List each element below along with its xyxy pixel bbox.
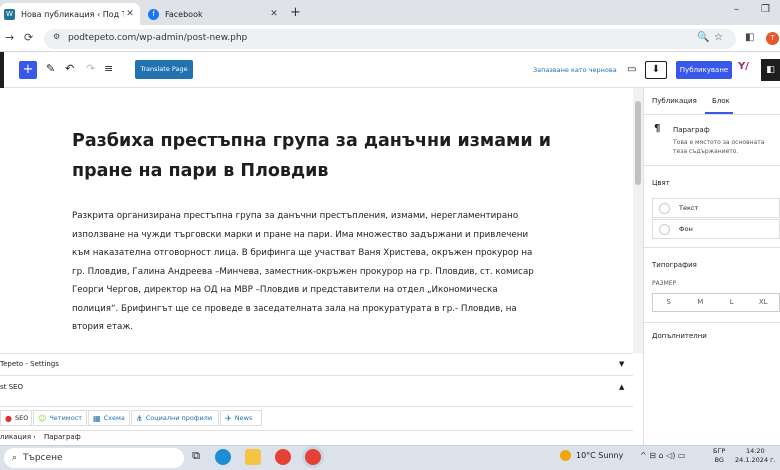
sun-icon — [560, 450, 571, 461]
admin-bar-edge — [0, 52, 4, 88]
document-overview-icon[interactable]: ≡ — [104, 62, 113, 75]
tab-schema[interactable]: ▦ Схема — [88, 410, 130, 426]
forward-icon[interactable]: → — [5, 31, 14, 44]
reload-icon[interactable]: ⟳ — [24, 31, 33, 44]
readability-score-icon: ☺ — [38, 413, 47, 423]
block-description: Това е мястото за основната теза съдържа… — [673, 139, 765, 155]
breadcrumb-item[interactable]: ликация — [0, 433, 31, 441]
metabox-title: Tepeto - Settings — [0, 360, 59, 368]
breadcrumb-separator-icon: › — [33, 433, 36, 441]
settings-toggle-icon[interactable]: ◧ — [761, 59, 780, 81]
tab-seo[interactable]: ● SEO — [0, 410, 32, 426]
undo-icon[interactable]: ↶ — [65, 62, 74, 75]
redo-icon[interactable]: ↷ — [86, 62, 95, 75]
tab-readability[interactable]: ☺ Четимост — [33, 410, 87, 426]
size-option[interactable]: XL — [748, 294, 780, 311]
minimize-icon[interactable]: – — [734, 4, 739, 15]
divider — [644, 165, 780, 166]
metabox-seo[interactable] — [0, 375, 633, 397]
save-draft-button[interactable]: Запазване като чернова — [533, 66, 617, 74]
translate-page-button[interactable]: Translate Page — [135, 60, 193, 79]
paragraph-block[interactable]: Разкрита организирана престъпна група за… — [72, 207, 542, 337]
divider — [644, 114, 780, 115]
facebook-icon: f — [148, 8, 159, 20]
browser-tab-active[interactable]: W Нова публикация ‹ Под Тепето ✕ — [0, 3, 140, 25]
preview-icon[interactable]: ▭ — [627, 64, 636, 75]
chrome-icon[interactable] — [275, 449, 291, 465]
size-option[interactable]: M — [685, 294, 717, 311]
background-color-option[interactable]: Фон — [652, 219, 780, 239]
task-view-icon[interactable]: ⧉ — [188, 449, 204, 465]
view-post-icon[interactable]: ⬇ — [645, 61, 667, 79]
file-explorer-icon[interactable] — [245, 449, 261, 465]
zoom-icon[interactable]: 🔍 — [697, 32, 709, 43]
scrollbar-thumb[interactable] — [635, 101, 641, 185]
taskbar-search[interactable]: ⌕ Търсене — [4, 448, 184, 468]
paragraph-icon: ¶ — [654, 123, 661, 134]
search-icon: ⌕ — [12, 453, 18, 463]
color-swatch-icon — [659, 202, 670, 214]
size-label: РАЗМЕР — [652, 280, 677, 287]
close-tab-icon[interactable]: ✕ — [268, 9, 280, 19]
seo-score-icon: ● — [5, 413, 12, 423]
breadcrumb-item[interactable]: Параграф — [44, 433, 81, 441]
post-title[interactable]: Разбиха престъпна група за данъчни измам… — [72, 126, 552, 186]
new-tab-icon[interactable]: + — [290, 5, 301, 20]
typography-heading: Типография — [652, 261, 697, 269]
tab-title: Нова публикация ‹ Под Тепето — [21, 9, 124, 19]
divider — [644, 322, 780, 323]
chevron-up-icon[interactable]: ▲ — [619, 383, 624, 391]
tab-news[interactable]: ✈ News — [220, 410, 262, 426]
close-tab-icon[interactable]: ✕ — [124, 9, 136, 19]
advanced-heading[interactable]: Допълнителни — [652, 332, 707, 340]
chrome-active-icon[interactable] — [305, 449, 321, 465]
edge-icon[interactable] — [215, 449, 231, 465]
metabox-title: st SEO — [0, 383, 23, 391]
chevron-down-icon[interactable]: ▼ — [619, 360, 624, 368]
news-icon: ✈ — [225, 413, 232, 423]
url-text[interactable]: podtepeto.com/wp-admin/post-new.php — [68, 33, 247, 43]
bookmark-star-icon[interactable]: ☆ — [714, 32, 723, 43]
share-icon: ⋔ — [136, 413, 143, 423]
font-size-picker[interactable]: S M L XL — [652, 293, 780, 312]
language-indicator[interactable]: БГР BG — [713, 447, 725, 465]
grid-icon: ▦ — [93, 413, 101, 423]
browser-tab-facebook[interactable]: f Facebook ✕ — [142, 3, 284, 25]
block-inserter-button[interactable]: + — [19, 61, 37, 79]
system-tray[interactable]: ^ ⊟ ⌂ ◁) ▭ — [640, 451, 686, 460]
maximize-icon[interactable]: ❐ — [761, 4, 770, 15]
breadcrumb — [0, 430, 633, 444]
tab-social[interactable]: ⋔ Социални профили — [131, 410, 219, 426]
window-controls: – ❐ — [734, 4, 780, 15]
color-heading: Цвят — [652, 179, 670, 187]
site-info-icon[interactable]: ⚙ — [53, 32, 60, 41]
size-option[interactable]: S — [653, 294, 685, 311]
publish-button[interactable]: Публикуване — [676, 61, 732, 79]
yoast-icon[interactable]: Y/ — [738, 61, 749, 72]
clock[interactable]: 14:20 24.1.2024 г. — [735, 447, 776, 465]
tab-title: Facebook — [165, 9, 203, 19]
pencil-tools-icon[interactable]: ✎ — [46, 62, 55, 75]
color-swatch-icon — [659, 223, 670, 235]
text-color-option[interactable]: Текст — [652, 198, 780, 218]
wordpress-icon: W — [4, 8, 15, 20]
metabox-tepeto-settings[interactable] — [0, 353, 633, 375]
avatar[interactable]: T — [766, 32, 779, 45]
divider — [644, 247, 780, 248]
tab-block[interactable]: Блок — [712, 97, 730, 105]
sidepanel-icon[interactable]: ◧ — [745, 32, 754, 43]
tab-post[interactable]: Публикация — [652, 97, 697, 105]
block-name: Параграф — [673, 126, 710, 134]
size-option[interactable]: L — [716, 294, 748, 311]
weather-widget[interactable]: 10°C Sunny — [560, 450, 623, 461]
